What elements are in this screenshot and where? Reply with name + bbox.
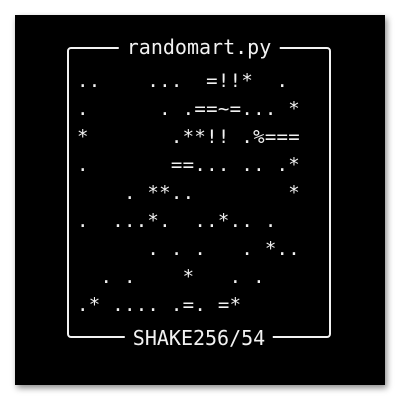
terminal-window: randomart.py .. ... =!!* . . . .==~=... … bbox=[15, 15, 385, 385]
randomart-footer: SHAKE256/54 bbox=[124, 327, 274, 349]
randomart-row-1: .. ... =!!* . bbox=[77, 70, 289, 92]
randomart-row-2: . . .==~=... * bbox=[77, 98, 301, 120]
randomart-row-4: . ==... .. .* bbox=[77, 154, 301, 176]
randomart-row-8: . . * . . bbox=[77, 266, 265, 288]
randomart-row-9: .* .... .=. =* bbox=[77, 294, 242, 316]
randomart-row-5: . **.. * bbox=[77, 182, 301, 204]
randomart-title: randomart.py bbox=[118, 36, 280, 58]
randomart-frame: randomart.py .. ... =!!* . . . .==~=... … bbox=[67, 36, 331, 349]
randomart-grid: .. ... =!!* . . . .==~=... * * .**!! .%=… bbox=[77, 67, 300, 319]
randomart-row-7: . . . . *.. bbox=[77, 238, 301, 260]
randomart-row-6: . ...*. ..*.. . bbox=[77, 210, 277, 232]
randomart-row-3: * .**!! .%=== bbox=[77, 126, 301, 148]
